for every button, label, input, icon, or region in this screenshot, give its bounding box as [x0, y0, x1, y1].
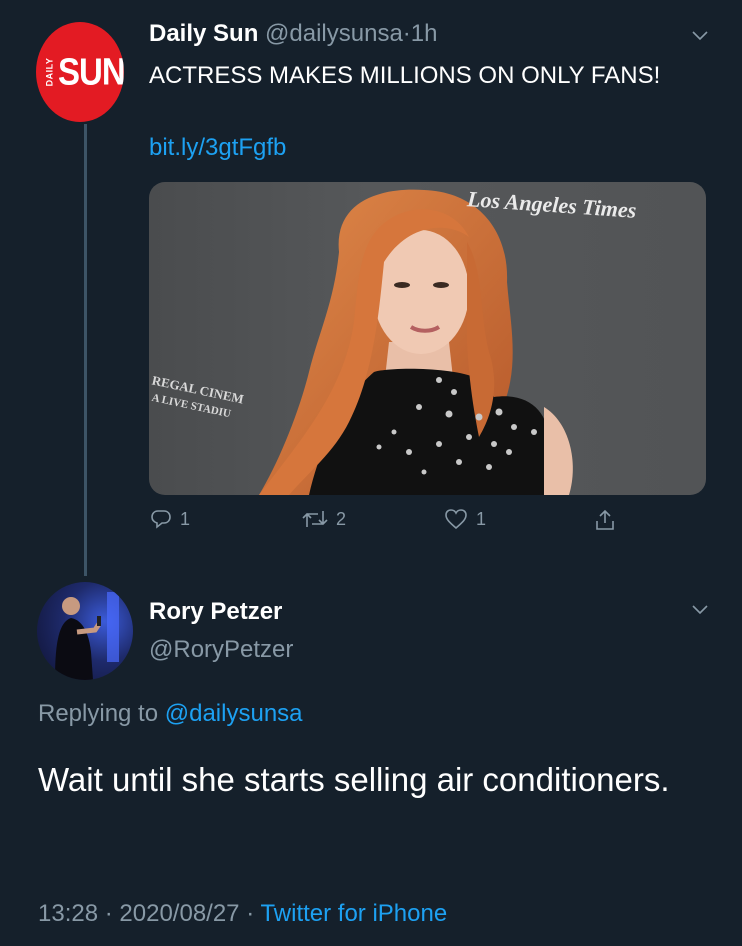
replying-to: Replying to @dailysunsa	[38, 700, 303, 728]
reply-chevron-down-icon[interactable]	[692, 602, 708, 618]
like-icon	[445, 509, 467, 530]
tweet-image[interactable]: Los Angeles Times REGAL CINEM A LIVE STA…	[149, 182, 706, 495]
chevron-down-icon[interactable]	[692, 28, 708, 44]
author-handle[interactable]: @dailysunsa	[265, 20, 403, 47]
avatar-photo	[55, 592, 119, 680]
tweet-text: ACTRESS MAKES MILLIONS ON ONLY FANS!	[149, 62, 661, 89]
reply-icon	[151, 510, 171, 529]
replying-prefix: Replying to	[38, 700, 159, 727]
replying-to-handle[interactable]: @dailysunsa	[165, 700, 303, 727]
reply-text: Wait until she starts selling air condit…	[38, 761, 670, 798]
like-action[interactable]: 1	[444, 508, 486, 530]
reply-time: 13:28	[38, 900, 99, 927]
share-icon	[596, 509, 614, 530]
daily-sun-avatar[interactable]: DAILY SUN	[36, 22, 124, 122]
footer-separator-1: ·	[104, 900, 113, 927]
share-action[interactable]	[594, 508, 616, 532]
retweet-icon	[302, 511, 328, 527]
reply-source[interactable]: Twitter for iPhone	[260, 900, 447, 927]
reply-author-name[interactable]: Rory Petzer	[149, 598, 282, 626]
like-count: 1	[476, 508, 487, 529]
tweet-link[interactable]: bit.ly/3gtFgfb	[149, 134, 286, 162]
reply-date: 2020/08/27	[119, 900, 240, 927]
reply-author-handle[interactable]: @RoryPetzer	[149, 636, 293, 664]
tweet-header: Daily Sun @dailysunsa·1h	[149, 20, 438, 48]
reply-count: 1	[180, 508, 191, 529]
retweet-count: 2	[336, 508, 347, 529]
tweet-age[interactable]: 1h	[411, 20, 438, 47]
author-name[interactable]: Daily Sun	[149, 20, 258, 47]
footer-separator-2: ·	[246, 900, 255, 927]
header-separator: ·	[402, 20, 411, 47]
actress-photo	[259, 189, 573, 495]
avatar-sun-text: SUN	[58, 50, 124, 93]
reply-action[interactable]: 1	[150, 508, 190, 530]
thread-connector-line	[84, 124, 87, 576]
avatar-daily-text: DAILY	[44, 57, 55, 87]
rory-petzer-avatar[interactable]	[37, 582, 133, 680]
reply-footer: 13:28 · 2020/08/27 · Twitter for iPhone	[38, 900, 447, 928]
retweet-action[interactable]: 2	[302, 508, 346, 530]
